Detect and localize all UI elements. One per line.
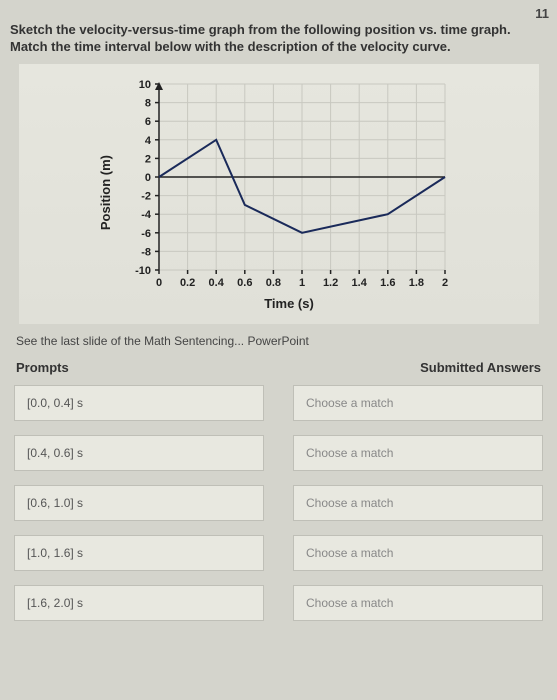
instruction-line-2: Match the time interval below with the d… <box>10 39 547 54</box>
prompt-box: [0.4, 0.6] s <box>14 435 264 471</box>
svg-text:8: 8 <box>145 98 151 110</box>
svg-text:0: 0 <box>156 277 162 289</box>
prompt-box: [1.6, 2.0] s <box>14 585 264 621</box>
svg-text:1.6: 1.6 <box>380 277 395 289</box>
svg-text:1: 1 <box>299 277 305 289</box>
svg-text:10: 10 <box>139 79 151 91</box>
chart-ylabel: Position (m) <box>98 155 113 230</box>
svg-text:0.4: 0.4 <box>209 277 225 289</box>
answer-dropdown[interactable]: Choose a match <box>293 585 543 621</box>
prompts-header: Prompts <box>16 360 69 375</box>
prompt-box: [0.0, 0.4] s <box>14 385 264 421</box>
svg-text:0.2: 0.2 <box>180 277 195 289</box>
svg-text:1.2: 1.2 <box>323 277 338 289</box>
svg-text:-8: -8 <box>141 246 151 258</box>
answer-dropdown[interactable]: Choose a match <box>293 485 543 521</box>
note-text: See the last slide of the Math Sentencin… <box>16 334 547 348</box>
chart-xlabel: Time (s) <box>264 296 314 311</box>
match-row: [0.4, 0.6] s Choose a match <box>10 435 547 485</box>
svg-text:0: 0 <box>145 172 151 184</box>
match-row: [0.0, 0.4] s Choose a match <box>10 385 547 435</box>
answer-dropdown[interactable]: Choose a match <box>293 435 543 471</box>
match-row: [1.0, 1.6] s Choose a match <box>10 535 547 585</box>
svg-text:1.8: 1.8 <box>409 277 424 289</box>
svg-text:2: 2 <box>442 277 448 289</box>
svg-text:0.8: 0.8 <box>266 277 281 289</box>
match-row: [0.6, 1.0] s Choose a match <box>10 485 547 535</box>
prompt-box: [1.0, 1.6] s <box>14 535 264 571</box>
svg-text:-4: -4 <box>141 209 152 221</box>
instruction-line-1: Sketch the velocity-versus-time graph fr… <box>10 22 547 37</box>
svg-text:-10: -10 <box>135 265 151 277</box>
page-number: 11 <box>535 6 549 21</box>
svg-text:6: 6 <box>145 116 151 128</box>
chart-container: Position (m) -10 -8 -6 -4 -2 0 2 4 6 8 10 0 0.2 0.4 0.… <box>19 64 539 324</box>
table-header-row: Prompts Submitted Answers <box>10 360 547 385</box>
answer-dropdown[interactable]: Choose a match <box>293 535 543 571</box>
answer-dropdown[interactable]: Choose a match <box>293 385 543 421</box>
answers-header: Submitted Answers <box>420 360 541 375</box>
svg-text:4: 4 <box>145 135 152 147</box>
svg-text:2: 2 <box>145 153 151 165</box>
chart-svg: -10 -8 -6 -4 -2 0 2 4 6 8 10 0 0.2 0.4 0.6 0.8 1 1.2 1.4 1.… <box>119 74 459 294</box>
svg-text:0.6: 0.6 <box>237 277 252 289</box>
match-row: [1.6, 2.0] s Choose a match <box>10 585 547 635</box>
svg-text:-6: -6 <box>141 228 151 240</box>
svg-text:-2: -2 <box>141 191 151 203</box>
prompt-box: [0.6, 1.0] s <box>14 485 264 521</box>
svg-text:1.4: 1.4 <box>352 277 368 289</box>
